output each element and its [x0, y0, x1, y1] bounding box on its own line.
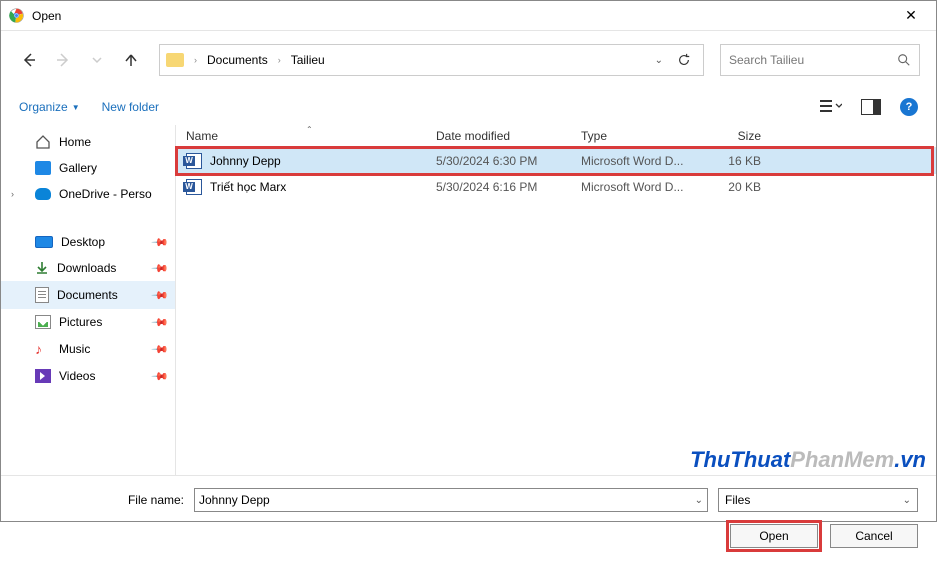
chevron-down-icon[interactable]: ⌄: [695, 495, 703, 506]
file-list-header: Name ⌃ Date modified Type Size: [176, 125, 936, 148]
sidebar-item-label: Gallery: [59, 161, 97, 175]
pictures-icon: [35, 315, 51, 329]
new-folder-button[interactable]: New folder: [102, 100, 159, 114]
open-button[interactable]: Open: [730, 524, 818, 548]
chevron-right-icon[interactable]: ›: [276, 55, 283, 65]
sidebar-item-downloads[interactable]: Downloads 📌: [1, 255, 175, 281]
pin-icon: 📌: [151, 340, 170, 359]
download-icon: [35, 261, 49, 275]
folder-icon: [166, 53, 184, 67]
back-button[interactable]: [17, 48, 41, 72]
chrome-icon: [9, 8, 24, 23]
file-row[interactable]: Triết học Marx 5/30/2024 6:16 PM Microso…: [176, 174, 936, 200]
chevron-down-icon: ▼: [72, 103, 80, 112]
address-bar[interactable]: › Documents › Tailieu ⌄: [159, 44, 704, 76]
column-header-type[interactable]: Type: [581, 129, 701, 143]
sort-indicator-icon: ⌃: [306, 125, 313, 134]
file-list: Name ⌃ Date modified Type Size Johnny De…: [176, 125, 936, 475]
sidebar-item-label: Home: [59, 135, 91, 149]
column-header-size[interactable]: Size: [701, 129, 771, 143]
sidebar-item-desktop[interactable]: Desktop 📌: [1, 229, 175, 255]
file-type-filter[interactable]: Files ⌄: [718, 488, 918, 512]
desktop-icon: [35, 236, 53, 248]
watermark: ThuThuatPhanMem.vn: [690, 447, 926, 473]
sidebar-item-label: Music: [59, 342, 90, 356]
sidebar-item-gallery[interactable]: Gallery: [1, 155, 175, 181]
file-name: Triết học Marx: [210, 180, 436, 194]
dialog-footer: File name: Johnny Depp ⌄ Files ⌄ Open Ca…: [1, 475, 936, 562]
cloud-icon: [35, 188, 51, 200]
preview-pane-button[interactable]: [860, 98, 882, 116]
navigation-bar: › Documents › Tailieu ⌄ Search Tailieu: [1, 31, 936, 89]
pin-icon: 📌: [151, 259, 170, 278]
sidebar-item-label: OneDrive - Perso: [59, 187, 152, 201]
pin-icon: 📌: [151, 313, 170, 332]
pin-icon: 📌: [151, 367, 170, 386]
sidebar-item-music[interactable]: ♪ Music 📌: [1, 335, 175, 363]
gallery-icon: [35, 161, 51, 175]
sidebar-item-label: Pictures: [59, 315, 102, 329]
music-icon: ♪: [35, 341, 51, 357]
address-dropdown-button[interactable]: ⌄: [651, 55, 667, 66]
help-button[interactable]: ?: [900, 98, 918, 116]
pin-icon: 📌: [151, 233, 170, 252]
sidebar-item-label: Downloads: [57, 261, 116, 275]
file-row[interactable]: Johnny Depp 5/30/2024 6:30 PM Microsoft …: [176, 148, 936, 174]
video-icon: [35, 369, 51, 383]
sidebar: Home Gallery › OneDrive - Perso Desktop …: [1, 125, 176, 475]
chevron-down-icon: ⌄: [903, 495, 911, 506]
search-icon: [897, 53, 911, 67]
column-header-date[interactable]: Date modified: [436, 129, 581, 143]
sidebar-item-home[interactable]: Home: [1, 129, 175, 155]
sidebar-item-pictures[interactable]: Pictures 📌: [1, 309, 175, 335]
file-type: Microsoft Word D...: [581, 180, 701, 194]
search-placeholder: Search Tailieu: [729, 53, 804, 67]
document-icon: [35, 287, 49, 303]
sidebar-item-videos[interactable]: Videos 📌: [1, 363, 175, 389]
filename-value: Johnny Depp: [199, 493, 270, 507]
word-doc-icon: [186, 153, 202, 169]
file-size: 20 KB: [701, 180, 771, 194]
forward-button[interactable]: [51, 48, 75, 72]
cancel-button[interactable]: Cancel: [830, 524, 918, 548]
chevron-right-icon[interactable]: ›: [192, 55, 199, 65]
chevron-right-icon[interactable]: ›: [11, 189, 14, 199]
breadcrumb-tailieu[interactable]: Tailieu: [287, 51, 329, 69]
column-header-name[interactable]: Name ⌃: [186, 129, 436, 143]
sidebar-item-label: Desktop: [61, 235, 105, 249]
file-date: 5/30/2024 6:30 PM: [436, 154, 581, 168]
title-bar: Open ✕: [1, 1, 936, 31]
organize-button[interactable]: Organize ▼: [19, 100, 80, 114]
sidebar-item-label: Documents: [57, 288, 118, 302]
file-date: 5/30/2024 6:16 PM: [436, 180, 581, 194]
up-button[interactable]: [119, 48, 143, 72]
word-doc-icon: [186, 179, 202, 195]
close-button[interactable]: ✕: [894, 7, 928, 24]
filter-label: Files: [725, 493, 750, 507]
breadcrumb-documents[interactable]: Documents: [203, 51, 272, 69]
sidebar-item-label: Videos: [59, 369, 95, 383]
filename-input[interactable]: Johnny Depp ⌄: [194, 488, 708, 512]
file-name: Johnny Depp: [210, 154, 436, 168]
sidebar-item-onedrive[interactable]: › OneDrive - Perso: [1, 181, 175, 207]
recent-locations-button[interactable]: [85, 48, 109, 72]
refresh-button[interactable]: [671, 53, 697, 67]
view-options-button[interactable]: [820, 98, 842, 116]
home-icon: [35, 135, 51, 149]
toolbar: Organize ▼ New folder ?: [1, 89, 936, 125]
sidebar-item-documents[interactable]: Documents 📌: [1, 281, 175, 309]
pin-icon: 📌: [151, 286, 170, 305]
filename-label: File name:: [19, 493, 184, 507]
file-size: 16 KB: [701, 154, 771, 168]
search-input[interactable]: Search Tailieu: [720, 44, 920, 76]
window-title: Open: [32, 9, 61, 23]
file-type: Microsoft Word D...: [581, 154, 701, 168]
